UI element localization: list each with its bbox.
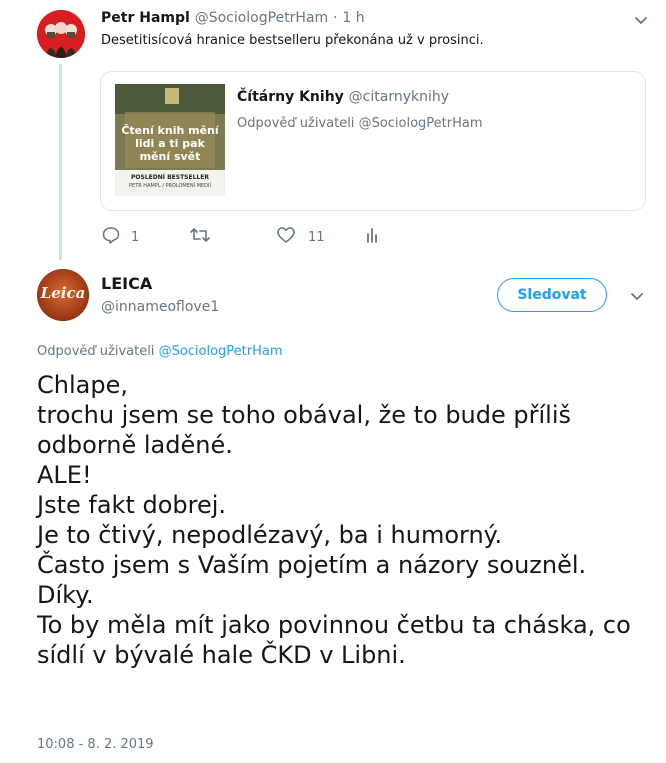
leica-avatar[interactable]: Leica [37,269,89,321]
reply-button[interactable]: 1 [101,226,139,248]
parent-author-name[interactable]: Petr Hampl [101,10,190,26]
chevron-down-icon[interactable] [633,12,649,28]
parent-author-handle[interactable]: @SociologPetrHam [195,10,329,26]
quoted-thumbnail: Čtení knih mění lidi a ti pak mění svět … [115,84,225,196]
tweet-timestamp[interactable]: 10:08 - 8. 2. 2019 [37,737,154,752]
like-count: 11 [308,229,325,245]
quoted-tweet-card[interactable]: Čtení knih mění lidi a ti pak mění svět … [100,71,646,211]
author-avatar[interactable] [37,10,85,58]
parent-author-line: Petr Hampl @SociologPetrHam · 1 h [101,10,365,26]
retweet-icon [189,225,211,249]
parent-tweet-text: Desetitisícová hranice bestselleru překo… [101,33,484,48]
main-reply-handle[interactable]: @SociologPetrHam [159,344,283,359]
retweet-button[interactable] [189,226,217,248]
thumbnail-footer-1: POSLEDNÍ BESTSELLER [131,174,209,181]
thumbnail-headline: Čtení knih mění lidi a ti pak mění svět [121,124,219,163]
analytics-button[interactable] [365,226,381,248]
main-reply-prefix: Odpověď uživateli [37,344,155,359]
quoted-reply-prefix: Odpověď uživateli [237,116,355,131]
main-tweet-text: Chlape, trochu jsem se toho obával, že t… [37,371,631,669]
quoted-reply-line: Odpověď uživateli @SociologPetrHam [237,116,483,131]
analytics-icon [365,225,381,249]
heart-icon [276,225,296,249]
separator: · [333,10,338,26]
follow-button[interactable]: Sledovat [497,278,607,312]
like-button[interactable]: 11 [276,226,325,248]
quoted-author-handle[interactable]: @citarnyknihy [349,89,449,105]
reply-count: 1 [131,229,140,245]
chevron-down-icon[interactable] [629,288,645,304]
main-author-handle[interactable]: @innameoflove1 [101,299,219,315]
thumbnail-footer-2: PETR HAMPL / PROLOMENÍ MEDIÍ [129,183,211,189]
avatar-logo-text: Leica [40,284,86,302]
quoted-reply-handle[interactable]: @SociologPetrHam [359,116,483,131]
parent-time[interactable]: 1 h [342,10,364,26]
main-reply-line: Odpověď uživateli @SociologPetrHam [37,344,283,359]
quoted-author-line: Čítárny Knihy @citarnyknihy [237,89,449,105]
quoted-author-name[interactable]: Čítárny Knihy [237,89,344,105]
thread-line [59,64,62,260]
reply-icon [101,225,121,249]
main-author-name[interactable]: LEICA [101,274,152,293]
